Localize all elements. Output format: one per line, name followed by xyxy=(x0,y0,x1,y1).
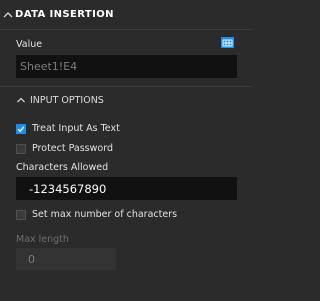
chevron-up-icon xyxy=(17,97,25,103)
section-title: DATA INSERTION xyxy=(15,9,114,20)
input-options-header[interactable]: INPUT OPTIONS xyxy=(16,93,104,107)
characters-allowed-input[interactable]: -1234567890 xyxy=(16,177,237,200)
treat-input-as-text-checkbox[interactable]: Treat Input As Text xyxy=(16,123,120,134)
chevron-up-icon xyxy=(3,11,13,17)
set-max-chars-checkbox[interactable]: Set max number of characters xyxy=(16,209,177,220)
header-divider xyxy=(0,29,252,30)
treat-input-as-text-label: Treat Input As Text xyxy=(32,123,120,134)
input-options-title: INPUT OPTIONS xyxy=(30,94,104,106)
table-select-icon[interactable] xyxy=(221,37,234,48)
characters-allowed-label: Characters Allowed xyxy=(16,162,109,173)
value-label: Value xyxy=(16,39,43,50)
max-length-label: Max length xyxy=(16,234,69,245)
max-length-input: 0 xyxy=(16,248,116,270)
checkbox-checked[interactable] xyxy=(16,123,26,134)
protect-password-label: Protect Password xyxy=(32,143,113,154)
checkbox-unchecked[interactable] xyxy=(16,209,26,220)
set-max-chars-label: Set max number of characters xyxy=(32,209,178,220)
value-divider xyxy=(0,86,252,87)
data-insertion-header[interactable]: DATA INSERTION xyxy=(0,0,252,29)
checkbox-unchecked[interactable] xyxy=(16,143,26,154)
checkmark-icon xyxy=(17,125,25,132)
protect-password-checkbox[interactable]: Protect Password xyxy=(16,143,113,154)
value-input[interactable]: Sheet1!E4 xyxy=(16,55,237,78)
